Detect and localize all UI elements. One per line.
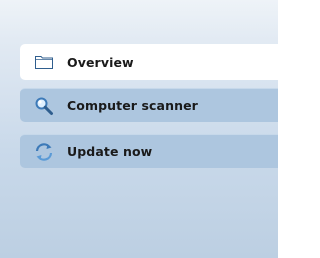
nav-item-label: Update now xyxy=(67,144,153,159)
nav-item-computer-scanner[interactable]: Computer scanner xyxy=(20,88,278,122)
nav-item-label: Overview xyxy=(67,54,134,70)
folder-icon xyxy=(35,56,53,69)
update-icon xyxy=(35,142,53,161)
search-icon xyxy=(35,97,53,115)
nav-item-label: Computer scanner xyxy=(67,98,198,113)
nav-item-update-now[interactable]: Update now xyxy=(20,134,278,168)
navigation-panel: Overview Computer scanner Update now xyxy=(0,0,278,258)
nav-item-overview[interactable]: Overview xyxy=(20,44,278,80)
